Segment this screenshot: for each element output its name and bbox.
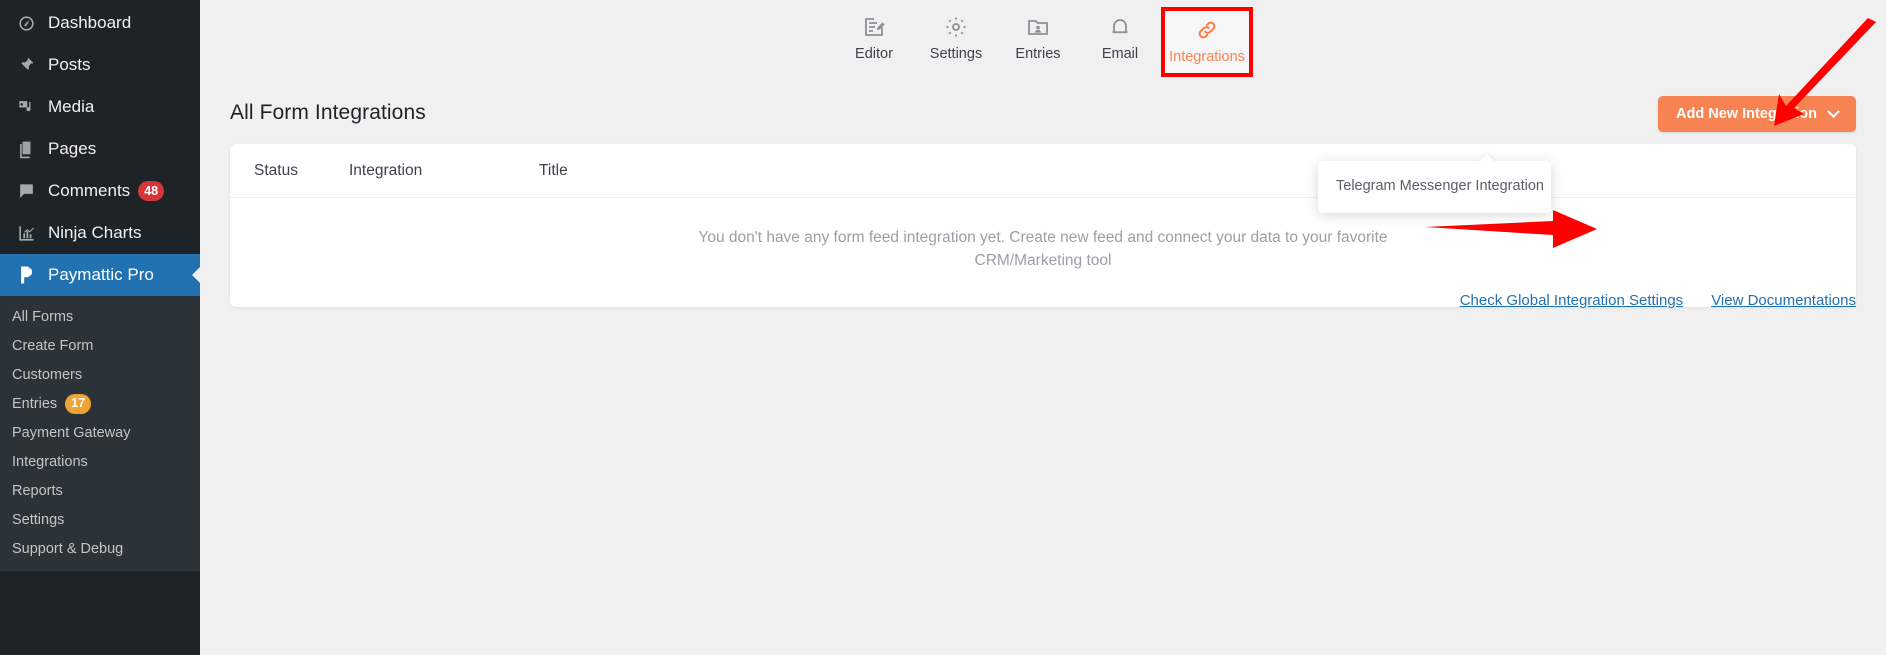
page-header: All Form Integrations Add New Integratio… bbox=[200, 82, 1886, 144]
sidebar-item-label: Media bbox=[48, 97, 95, 116]
sidebar-item-ninja-charts[interactable]: Ninja Charts bbox=[0, 212, 200, 254]
paymattic-icon bbox=[10, 263, 42, 287]
integrations-card: Status Integration Title You don't have … bbox=[230, 144, 1856, 307]
bell-icon bbox=[1107, 14, 1133, 40]
add-new-integration-button[interactable]: Add New Integration bbox=[1658, 96, 1856, 132]
sidebar-item-comments[interactable]: Comments 48 bbox=[0, 170, 200, 212]
media-icon bbox=[10, 95, 42, 119]
submenu-label: Settings bbox=[12, 511, 65, 528]
tab-email[interactable]: Email bbox=[1079, 7, 1161, 70]
submenu-item-create-form[interactable]: Create Form bbox=[0, 331, 200, 360]
page-title: All Form Integrations bbox=[230, 101, 426, 124]
column-header-title: Title bbox=[539, 161, 568, 179]
tab-label: Integrations bbox=[1169, 49, 1245, 65]
footer-links: Check Global Integration Settings View D… bbox=[1460, 292, 1856, 309]
add-integration-dropdown: Telegram Messenger Integration bbox=[1318, 161, 1551, 213]
check-global-integration-settings-link[interactable]: Check Global Integration Settings bbox=[1460, 292, 1683, 309]
submenu-item-payment-gateway[interactable]: Payment Gateway bbox=[0, 418, 200, 447]
link-icon bbox=[1194, 17, 1220, 43]
submenu-label: Integrations bbox=[12, 453, 88, 470]
integrations-content: All Form Integrations Add New Integratio… bbox=[200, 82, 1886, 655]
sidebar-item-label: Comments bbox=[48, 181, 131, 200]
tab-entries[interactable]: Entries bbox=[997, 7, 1079, 70]
tab-label: Email bbox=[1101, 46, 1139, 62]
column-header-status: Status bbox=[254, 161, 298, 179]
column-header-integration: Integration bbox=[349, 161, 423, 179]
dropdown-item-telegram-messenger-integration[interactable]: Telegram Messenger Integration bbox=[1318, 167, 1551, 205]
empty-state-message: You don't have any form feed integration… bbox=[698, 229, 1388, 270]
submenu-item-reports[interactable]: Reports bbox=[0, 476, 200, 505]
submenu-item-all-forms[interactable]: All Forms bbox=[0, 302, 200, 331]
sidebar-item-paymattic-pro[interactable]: Paymattic Pro bbox=[0, 254, 200, 296]
sidebar-item-label: Posts bbox=[48, 55, 91, 74]
table-header-row: Status Integration Title bbox=[230, 144, 1856, 198]
dropdown-item-label: Telegram Messenger Integration bbox=[1336, 178, 1544, 194]
admin-sidebar: Dashboard Posts Media Pages Comments 48 … bbox=[0, 0, 200, 655]
add-new-integration-label: Add New Integration bbox=[1676, 106, 1817, 122]
sidebar-item-dashboard[interactable]: Dashboard bbox=[0, 2, 200, 44]
sidebar-item-label: Dashboard bbox=[48, 13, 132, 32]
entries-count-badge: 17 bbox=[65, 393, 92, 414]
submenu-item-integrations[interactable]: Integrations bbox=[0, 447, 200, 476]
gear-icon bbox=[943, 14, 969, 40]
chart-icon bbox=[10, 221, 42, 245]
dashboard-icon bbox=[10, 11, 42, 35]
tab-label: Editor bbox=[855, 46, 893, 62]
screen-root: Dashboard Posts Media Pages Comments 48 … bbox=[0, 0, 1886, 655]
pin-icon bbox=[10, 53, 42, 77]
pages-icon bbox=[10, 137, 42, 161]
comment-icon bbox=[10, 179, 42, 203]
entries-folder-icon bbox=[1025, 14, 1051, 40]
view-documentations-link[interactable]: View Documentations bbox=[1711, 292, 1856, 309]
submenu-label: Payment Gateway bbox=[12, 424, 131, 441]
tab-editor[interactable]: Editor bbox=[833, 7, 915, 70]
tab-label: Settings bbox=[929, 46, 983, 62]
sidebar-item-posts[interactable]: Posts bbox=[0, 44, 200, 86]
tab-label: Entries bbox=[1015, 46, 1061, 62]
chevron-down-icon bbox=[1827, 104, 1840, 118]
form-tabbar: Editor Settings Entries Email Integratio… bbox=[200, 0, 1886, 82]
submenu-label: Entries bbox=[12, 395, 58, 412]
sidebar-item-label: Pages bbox=[48, 139, 97, 158]
editor-icon bbox=[861, 14, 887, 40]
sidebar-item-label: Ninja Charts bbox=[48, 223, 142, 242]
tab-integrations[interactable]: Integrations bbox=[1161, 7, 1253, 77]
main-area: Editor Settings Entries Email Integratio… bbox=[200, 0, 1886, 655]
submenu-item-settings[interactable]: Settings bbox=[0, 505, 200, 534]
submenu-item-customers[interactable]: Customers bbox=[0, 360, 200, 389]
submenu-label: All Forms bbox=[12, 308, 74, 325]
submenu-label: Create Form bbox=[12, 337, 94, 354]
sidebar-item-pages[interactable]: Pages bbox=[0, 128, 200, 170]
submenu-item-entries[interactable]: Entries 17 bbox=[0, 389, 200, 418]
submenu-label: Customers bbox=[12, 366, 83, 383]
submenu-label: Reports bbox=[12, 482, 63, 499]
submenu-item-support-debug[interactable]: Support & Debug bbox=[0, 534, 200, 563]
tab-settings[interactable]: Settings bbox=[915, 7, 997, 70]
submenu-label: Support & Debug bbox=[12, 540, 124, 557]
comments-count-badge: 48 bbox=[138, 181, 165, 201]
form-tabs: Editor Settings Entries Email Integratio… bbox=[833, 0, 1253, 77]
paymattic-submenu: All Forms Create Form Customers Entries … bbox=[0, 296, 200, 571]
sidebar-item-label: Paymattic Pro bbox=[48, 265, 154, 284]
sidebar-item-media[interactable]: Media bbox=[0, 86, 200, 128]
